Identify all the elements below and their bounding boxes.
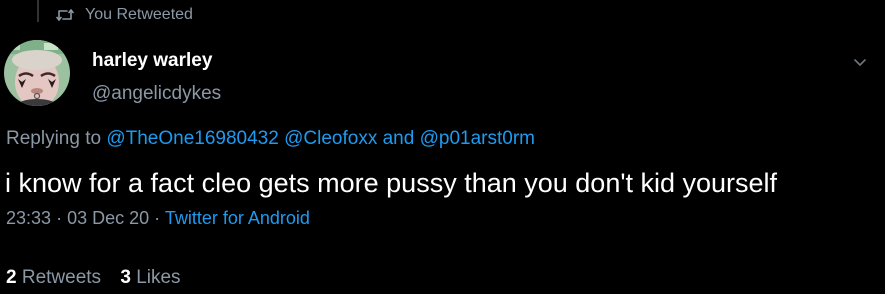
- author-handle[interactable]: @angelicdykes: [92, 82, 221, 106]
- mention-link[interactable]: @TheOne16980432: [106, 128, 278, 149]
- retweets-count: 2: [6, 267, 17, 288]
- retweets-label: Retweets: [21, 267, 102, 288]
- avatar[interactable]: [4, 40, 70, 106]
- mention-link[interactable]: @Cleofoxx: [284, 128, 377, 149]
- retweet-header: You Retweeted: [56, 4, 193, 26]
- tweet-time[interactable]: 23:33: [6, 208, 51, 228]
- likes-stat[interactable]: 3 Likes: [120, 267, 180, 288]
- reply-prefix: Replying to: [6, 128, 102, 149]
- author-block[interactable]: harley warley @angelicdykes: [92, 49, 221, 106]
- meta-separator: ·: [154, 208, 161, 228]
- tweet-stats: 2 Retweets 3 Likes: [6, 267, 195, 289]
- tweet-meta: 23:33 · 03 Dec 20 · Twitter for Android: [6, 208, 310, 229]
- meta-separator: ·: [56, 208, 63, 228]
- tweet-date[interactable]: 03 Dec 20: [67, 208, 149, 228]
- retweet-icon: [56, 7, 74, 23]
- mention-link[interactable]: @p01arst0rm: [420, 128, 535, 149]
- author-display-name[interactable]: harley warley: [92, 49, 221, 73]
- retweet-header-text: You Retweeted: [85, 6, 193, 23]
- retweets-stat[interactable]: 2 Retweets: [6, 267, 106, 288]
- likes-label: Likes: [136, 267, 181, 288]
- tweet-source-link[interactable]: Twitter for Android: [165, 208, 310, 228]
- tweet-text: i know for a fact cleo gets more pussy t…: [5, 168, 778, 198]
- likes-count: 3: [120, 267, 131, 288]
- thread-line: [37, 0, 39, 22]
- mention-and-text[interactable]: and: [383, 128, 415, 149]
- chevron-down-icon[interactable]: [851, 53, 869, 71]
- reply-context: Replying to @TheOne16980432 @Cleofoxx an…: [6, 128, 535, 150]
